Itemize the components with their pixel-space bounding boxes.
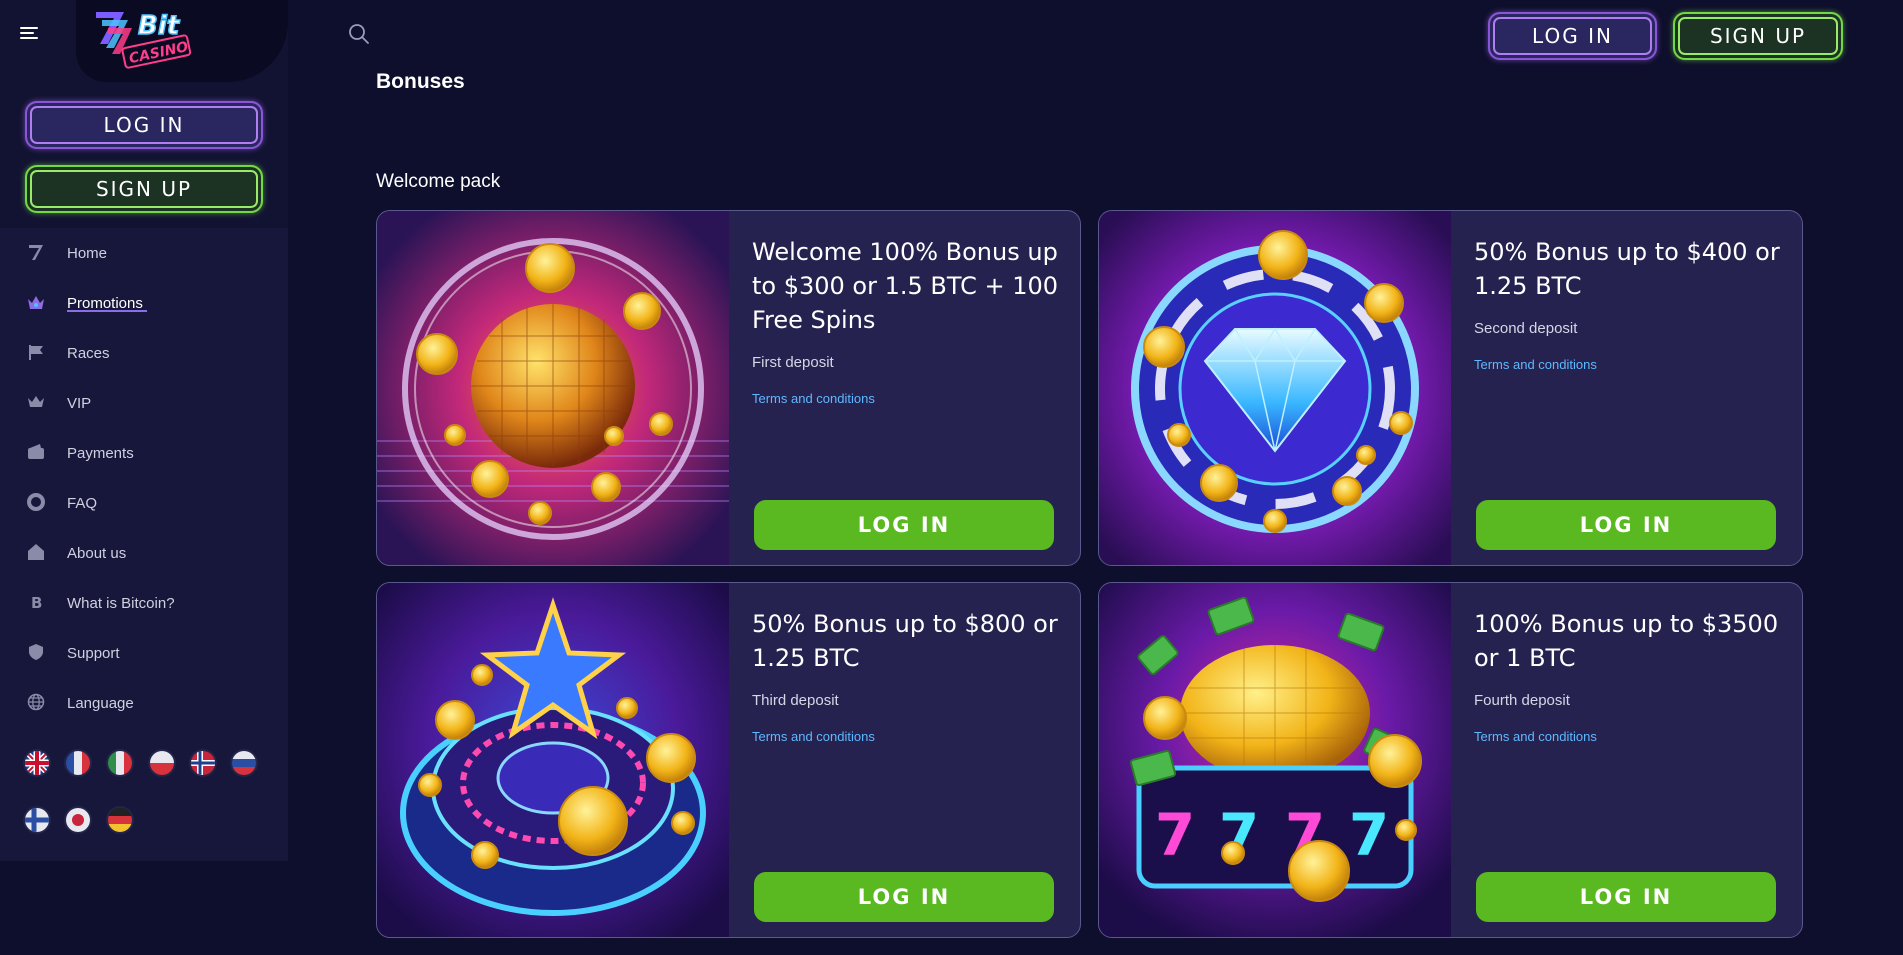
flag-de-icon[interactable]: [108, 808, 132, 832]
card-login-button[interactable]: LOG IN: [1476, 872, 1776, 922]
flag-no-icon[interactable]: [191, 751, 215, 775]
sidebar-item-races[interactable]: Races: [0, 328, 288, 378]
card-subtitle: Third deposit: [752, 692, 839, 709]
terms-link[interactable]: Terms and conditions: [1474, 729, 1597, 744]
sidebar-item-label: What is Bitcoin?: [67, 594, 175, 612]
menu-icon[interactable]: [20, 24, 40, 44]
sidebar-item-support[interactable]: Support: [0, 628, 288, 678]
svg-text:B: B: [31, 594, 42, 611]
card-title: 50% Bonus up to $400 or 1.25 BTC: [1474, 238, 1780, 300]
terms-link[interactable]: Terms and conditions: [1474, 357, 1597, 372]
sidebar-item-label: About us: [67, 544, 127, 562]
sidebar: Bit CASINO LOG IN SIGN UP Home Promotion…: [0, 0, 288, 861]
sidebar-item-promotions[interactable]: Promotions: [0, 278, 288, 328]
card-subtitle: First deposit: [752, 354, 834, 371]
section-title: Welcome pack: [376, 171, 501, 192]
sidebar-signup-button[interactable]: SIGN UP: [25, 165, 263, 213]
header-signup-button[interactable]: SIGN UP: [1673, 12, 1843, 60]
globe-icon: [26, 693, 46, 713]
slot-reel-1: 7: [1155, 801, 1195, 869]
flag-gb-icon[interactable]: [25, 751, 49, 775]
card-title: Welcome 100% Bonus up to $300 or 1.5 BTC…: [752, 238, 1059, 334]
card-login-button[interactable]: LOG IN: [754, 500, 1054, 550]
sidebar-item-home[interactable]: Home: [0, 228, 288, 278]
sidebar-item-bitcoin[interactable]: B What is Bitcoin?: [0, 578, 288, 628]
card-subtitle: Fourth deposit: [1474, 692, 1570, 709]
logo-area: Bit CASINO: [76, 0, 288, 82]
sidebar-item-language[interactable]: Language: [0, 678, 288, 728]
page-title: Bonuses: [376, 70, 465, 93]
bitcasino-logo[interactable]: Bit CASINO: [94, 4, 214, 74]
home-icon: [26, 543, 46, 563]
flag-jp-icon[interactable]: [66, 808, 90, 832]
card-login-button[interactable]: LOG IN: [1476, 500, 1776, 550]
card-title: 100% Bonus up to $3500 or 1 BTC: [1474, 610, 1779, 672]
card-login-button[interactable]: LOG IN: [754, 872, 1054, 922]
promotions-icon: [26, 293, 46, 313]
header-login-button[interactable]: LOG IN: [1488, 12, 1657, 60]
flag-fr-icon[interactable]: [66, 751, 90, 775]
bonus-card-fourth-deposit: 7 7 7 7 100% Bonus up to $3500 or 1 BTC …: [1098, 582, 1803, 938]
sidebar-item-vip[interactable]: VIP: [0, 378, 288, 428]
sidebar-login-button[interactable]: LOG IN: [25, 101, 263, 149]
bitcoin-icon: B: [26, 593, 46, 613]
crown-icon: [26, 393, 46, 413]
logo-text-bottom: CASINO: [128, 39, 190, 67]
sidebar-item-label: Promotions: [67, 294, 143, 312]
roulette-star-illustration: [377, 583, 729, 937]
slot-machine-illustration: 7 7 7 7: [1099, 583, 1451, 937]
flag-ru-icon[interactable]: [232, 751, 256, 775]
flag-icon: [26, 343, 46, 363]
active-indicator: [67, 310, 147, 312]
bonus-card-first-deposit: Welcome 100% Bonus up to $300 or 1.5 BTC…: [376, 210, 1081, 566]
sidebar-item-label: Payments: [67, 444, 134, 462]
sidebar-item-payments[interactable]: Payments: [0, 428, 288, 478]
sidebar-item-faq[interactable]: FAQ: [0, 478, 288, 528]
lifebuoy-icon: [26, 493, 46, 513]
sidebar-item-about[interactable]: About us: [0, 528, 288, 578]
shield-icon: [26, 643, 46, 663]
sidebar-item-label: Language: [67, 694, 134, 712]
sidebar-item-label: Home: [67, 244, 108, 262]
flag-it-icon[interactable]: [108, 751, 132, 775]
card-title: 50% Bonus up to $800 or 1.25 BTC: [752, 610, 1058, 672]
sidebar-item-label: Races: [67, 344, 110, 362]
slot-reel-4: 7: [1349, 801, 1389, 869]
sidebar-item-label: Support: [67, 644, 120, 662]
wallet-icon: [26, 443, 46, 463]
logo-7-icon: [26, 243, 46, 263]
search-icon[interactable]: [348, 23, 370, 45]
diamond-chip-illustration: [1099, 211, 1451, 565]
bonus-card-third-deposit: 50% Bonus up to $800 or 1.25 BTC Third d…: [376, 582, 1081, 938]
flag-pl-icon[interactable]: [150, 751, 174, 775]
card-subtitle: Second deposit: [1474, 320, 1578, 337]
sidebar-item-label: FAQ: [67, 494, 98, 512]
flag-fi-icon[interactable]: [25, 808, 49, 832]
terms-link[interactable]: Terms and conditions: [752, 391, 875, 406]
disco-ball-illustration: [377, 211, 729, 565]
sidebar-item-label: VIP: [67, 394, 92, 412]
terms-link[interactable]: Terms and conditions: [752, 729, 875, 744]
bonus-card-second-deposit: 50% Bonus up to $400 or 1.25 BTC Second …: [1098, 210, 1803, 566]
